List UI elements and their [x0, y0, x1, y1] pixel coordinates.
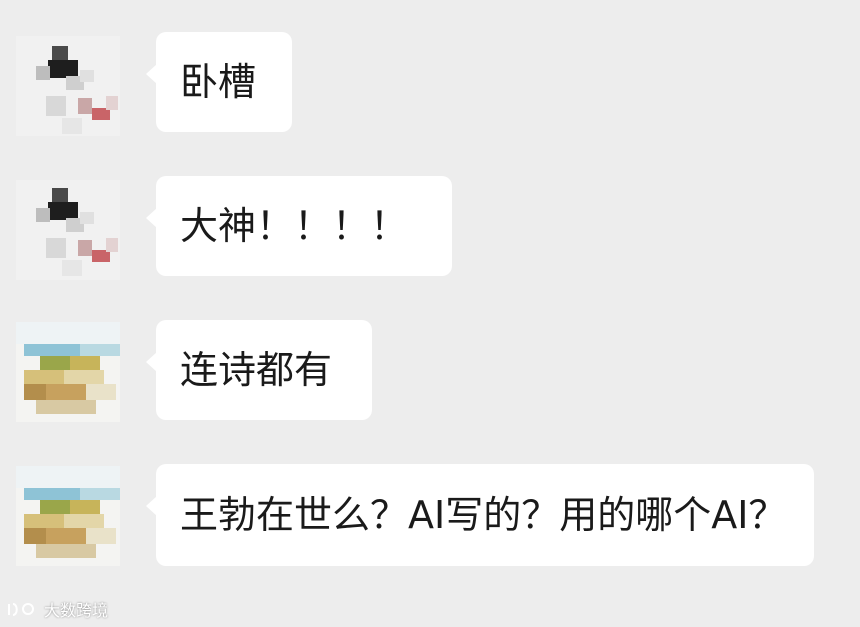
message-bubble[interactable]: 卧槽 [156, 32, 292, 132]
message-text: 王勃在世么？AI写的？用的哪个AI？ [180, 493, 787, 537]
message-text: 卧槽 [180, 60, 257, 104]
avatar[interactable] [16, 322, 120, 422]
message-text: 大神！！！！ [180, 204, 409, 248]
message-text: 连诗都有 [180, 348, 333, 392]
watermark-text: 大数跨境 [44, 601, 109, 620]
watermark: 大数跨境 [6, 597, 108, 621]
message-bubble[interactable]: 大神！！！！ [156, 176, 452, 276]
message-bubble[interactable]: 连诗都有 [156, 320, 372, 420]
avatar[interactable] [16, 466, 120, 566]
message-bubble[interactable]: 王勃在世么？AI写的？用的哪个AI？ [156, 464, 814, 566]
avatar[interactable] [16, 180, 120, 280]
logo-icon [6, 600, 40, 618]
avatar[interactable] [16, 36, 120, 136]
